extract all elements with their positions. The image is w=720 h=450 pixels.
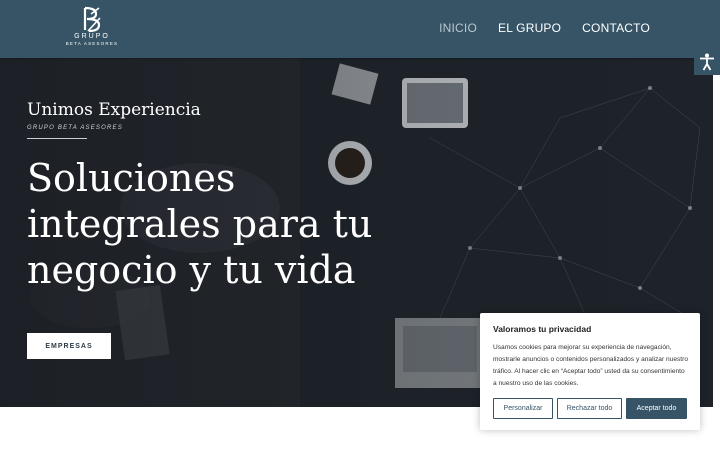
cookie-consent-dialog: Valoramos tu privacidad Usamos cookies p… (480, 313, 700, 430)
logo-subtitle: BETA ASESORES (65, 41, 119, 46)
cookie-description: Usamos cookies para mejorar su experienc… (493, 344, 688, 387)
grupo-beta-logo[interactable]: GRUPO BETA ASESORES (64, 6, 120, 52)
hero-headline: Soluciones integrales para tu negocio y … (27, 155, 467, 293)
headline-line: integrales para tu (27, 202, 373, 246)
accept-all-button[interactable]: Aceptar todo (626, 398, 687, 419)
accessibility-button[interactable] (694, 49, 720, 75)
reject-all-button[interactable]: Rechazar todo (557, 398, 622, 419)
main-nav: INICIO EL GRUPO CONTACTO (439, 21, 650, 35)
customize-button[interactable]: Personalizar (493, 398, 553, 419)
headline-line: Soluciones (27, 156, 236, 200)
logo-word: GRUPO (74, 33, 110, 40)
nav-inicio[interactable]: INICIO (439, 21, 477, 35)
beta-logo-icon (83, 6, 101, 33)
accessibility-icon (700, 53, 714, 71)
site-header: GRUPO BETA ASESORES INICIO EL GRUPO CONT… (0, 0, 720, 58)
nav-contacto[interactable]: CONTACTO (582, 21, 650, 35)
cookie-title: Valoramos tu privacidad (493, 324, 592, 334)
hero-eyebrow-subtitle: GRUPO BETA ASESORES (27, 125, 123, 131)
empresas-button[interactable]: EMPRESAS (27, 333, 111, 359)
eyebrow-divider (27, 138, 87, 139)
headline-line: negocio y tu vida (27, 248, 356, 292)
hero-eyebrow: Unimos Experiencia (27, 100, 201, 120)
nav-el-grupo[interactable]: EL GRUPO (498, 21, 561, 35)
page-edge (713, 58, 720, 407)
